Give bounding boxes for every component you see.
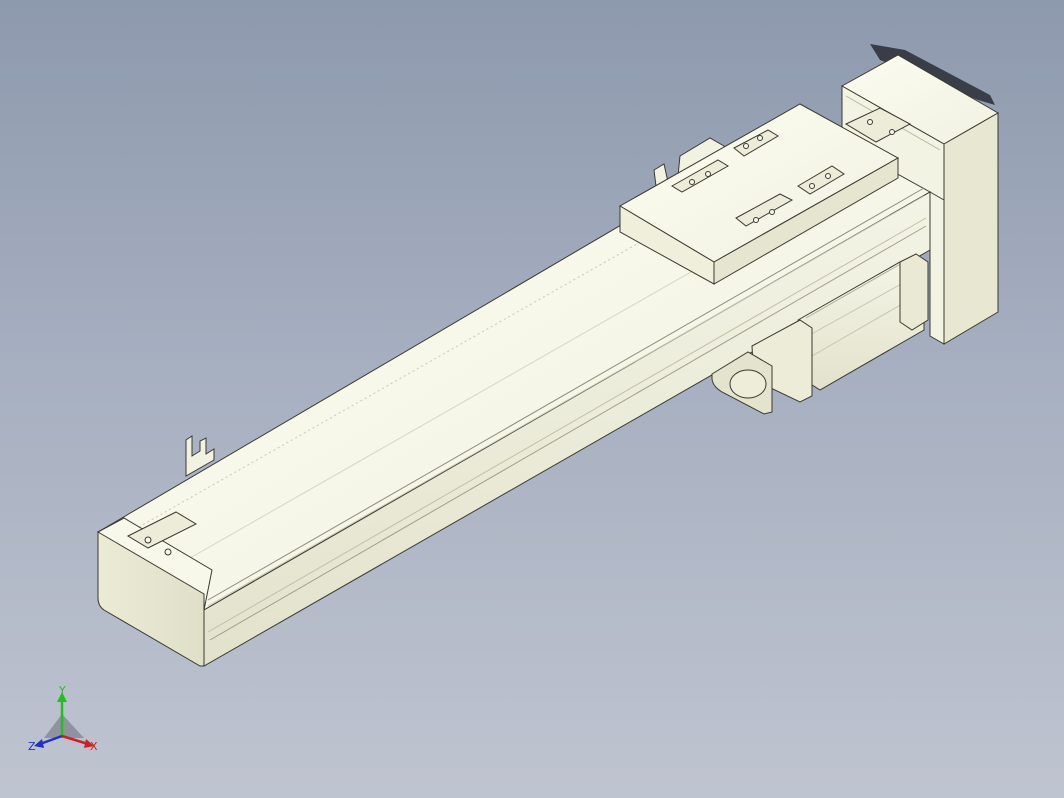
triad-z-label: Z	[28, 740, 36, 753]
coordinate-triad: Y X Z	[28, 684, 104, 756]
triad-y-label: Y	[58, 684, 66, 697]
triad-base-icon	[44, 714, 84, 738]
triad-x-label: X	[90, 740, 98, 753]
model-view[interactable]	[0, 0, 1064, 798]
graphics-viewport[interactable]: Y X Z	[0, 0, 1064, 798]
